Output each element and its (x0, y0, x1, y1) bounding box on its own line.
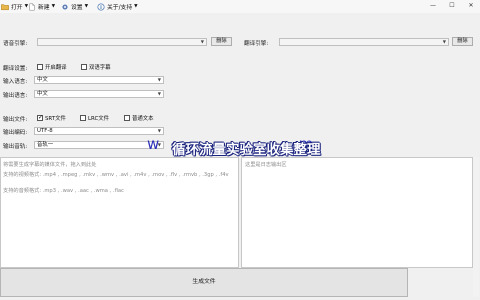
chevron-down-icon: ▼ (157, 91, 161, 96)
menu-settings-label: 设置 (71, 5, 83, 11)
speech-engine-label: 语音引擎: (3, 41, 28, 47)
input-language-value: 中文 (37, 77, 48, 83)
menu-bar: 打开 ▼ 新建 ▼ 设置 ▼ 关于/支持 ▼ (0, 0, 480, 13)
menu-open-label: 打开 (11, 5, 23, 11)
translate-engine-label: 翻译引擎: (244, 41, 269, 47)
output-language-label: 输出语言: (3, 93, 28, 99)
generate-file-button[interactable]: 生成文件 (0, 268, 408, 297)
translate-engine-delete-button[interactable]: 删除 (452, 37, 473, 46)
menu-about[interactable]: 关于/支持 ▼ (97, 2, 138, 11)
input-language-select[interactable]: 中文 ▼ (34, 76, 164, 84)
output-file-label: 输出文件: (3, 117, 28, 123)
minimize-button[interactable]: — (425, 0, 441, 11)
srt-file-box (37, 114, 43, 121)
maximize-button[interactable]: ☐ (444, 0, 460, 11)
chevron-down-icon: ▼ (134, 4, 138, 9)
chevron-down-icon: ▼ (200, 39, 204, 44)
speech-engine-delete-button[interactable]: 删除 (211, 37, 232, 46)
menu-open[interactable]: 打开 ▼ (1, 2, 28, 11)
bilingual-subtitle-label: 双语字幕 (89, 65, 111, 71)
audio-formats-text: 支持的音频格式: .mp3 , .wav , .aac , .wma , .fl… (3, 188, 124, 194)
lrc-file-box (80, 115, 86, 121)
bilingual-subtitle-box (81, 64, 87, 70)
translate-engine-select[interactable]: ▼ (279, 38, 449, 46)
enable-translate-box (37, 64, 43, 70)
lrc-file-label: LRC文件 (88, 116, 110, 122)
srt-file-checkbox[interactable]: SRT文件 (37, 114, 66, 122)
video-formats-text: 支持的视频格式: .mp4 , .mpeg , .mkv , .wmv , .a… (3, 172, 229, 178)
watermark-text: 循环流量实验室收集整理 (172, 142, 321, 158)
chevron-down-icon: ▼ (442, 39, 446, 44)
chevron-down-icon: ▼ (84, 4, 89, 9)
chevron-down-icon: ▼ (51, 4, 56, 9)
plain-text-checkbox[interactable]: 普通文本 (124, 114, 154, 122)
plain-text-box (124, 115, 130, 121)
close-button[interactable]: ✕ (463, 0, 479, 11)
enable-translate-checkbox[interactable]: 开启翻译 (37, 63, 67, 71)
log-hint: 这里是日志输出区 (245, 162, 287, 168)
gear-icon (62, 3, 68, 10)
menu-new[interactable]: 新建 ▼ (28, 2, 55, 11)
srt-file-label: SRT文件 (45, 116, 66, 122)
watermark-latin-left: w (147, 135, 160, 153)
output-encoding-value: UTF-8 (37, 128, 53, 134)
translate-settings-label: 翻译设置: (3, 66, 28, 72)
vertical-scrollbar[interactable] (473, 157, 479, 297)
plain-text-label: 普通文本 (132, 116, 154, 122)
folder-icon (1, 3, 9, 10)
info-icon (97, 2, 105, 11)
output-encoding-label: 输出编码: (3, 130, 28, 136)
chevron-down-icon: ▼ (157, 128, 161, 133)
output-encoding-select[interactable]: UTF-8 ▼ (34, 127, 164, 135)
bilingual-subtitle-checkbox[interactable]: 双语字幕 (81, 63, 111, 71)
speech-engine-select[interactable]: ▼ (37, 38, 207, 46)
chevron-down-icon: ▼ (157, 77, 161, 82)
output-language-select[interactable]: 中文 ▼ (34, 90, 164, 98)
drop-hint: 将需要生成字幕的媒体文件，拖入到此处 (3, 162, 97, 168)
file-drop-area[interactable]: 将需要生成字幕的媒体文件，拖入到此处 支持的视频格式: .mp4 , .mpeg… (0, 157, 239, 268)
output-track-value: 音轨一 (37, 142, 54, 148)
input-language-label: 输入语言: (3, 79, 28, 85)
enable-translate-label: 开启翻译 (45, 65, 67, 71)
lrc-file-checkbox[interactable]: LRC文件 (80, 114, 109, 122)
menu-about-label: 关于/支持 (107, 5, 133, 11)
output-track-label: 输出音轨: (3, 144, 28, 150)
output-language-value: 中文 (37, 91, 48, 97)
log-output-area[interactable]: 这里是日志输出区 (241, 157, 473, 268)
output-track-select[interactable]: 音轨一 ▼ (34, 141, 164, 149)
menu-new-label: 新建 (38, 5, 50, 11)
menu-settings[interactable]: 设置 ▼ (61, 2, 88, 11)
new-file-icon (29, 3, 35, 10)
